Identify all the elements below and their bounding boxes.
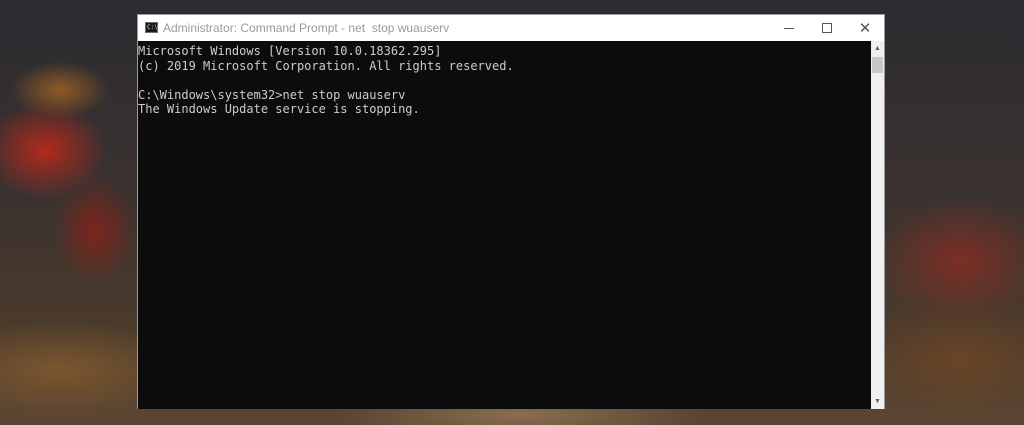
maximize-button[interactable] xyxy=(808,15,846,41)
close-button[interactable]: ✕ xyxy=(846,15,884,41)
window-title: Administrator: Command Prompt - net stop… xyxy=(163,21,450,35)
command-prompt-window[interactable]: C:\ Administrator: Command Prompt - net … xyxy=(137,14,885,409)
console-line: Microsoft Windows [Version 10.0.18362.29… xyxy=(138,44,442,58)
console-line: C:\Windows\system32>net stop wuauserv xyxy=(138,87,406,102)
console-line: (c) 2019 Microsoft Corporation. All righ… xyxy=(138,58,514,73)
minimize-icon xyxy=(784,27,794,29)
scroll-down-icon[interactable]: ▼ xyxy=(871,394,884,409)
maximize-icon xyxy=(822,23,832,33)
minimize-button[interactable] xyxy=(770,15,808,41)
command-prompt-icon[interactable]: C:\ xyxy=(145,22,158,33)
title-bar[interactable]: C:\ Administrator: Command Prompt - net … xyxy=(138,15,884,41)
vertical-scrollbar[interactable]: ▲ ▼ xyxy=(871,41,884,409)
console-output[interactable]: Microsoft Windows [Version 10.0.18362.29… xyxy=(138,41,871,409)
scrollbar-thumb[interactable] xyxy=(872,57,883,73)
close-icon: ✕ xyxy=(858,19,872,37)
scroll-up-icon[interactable]: ▲ xyxy=(871,41,884,56)
console-line: The Windows Update service is stopping. xyxy=(138,102,420,116)
